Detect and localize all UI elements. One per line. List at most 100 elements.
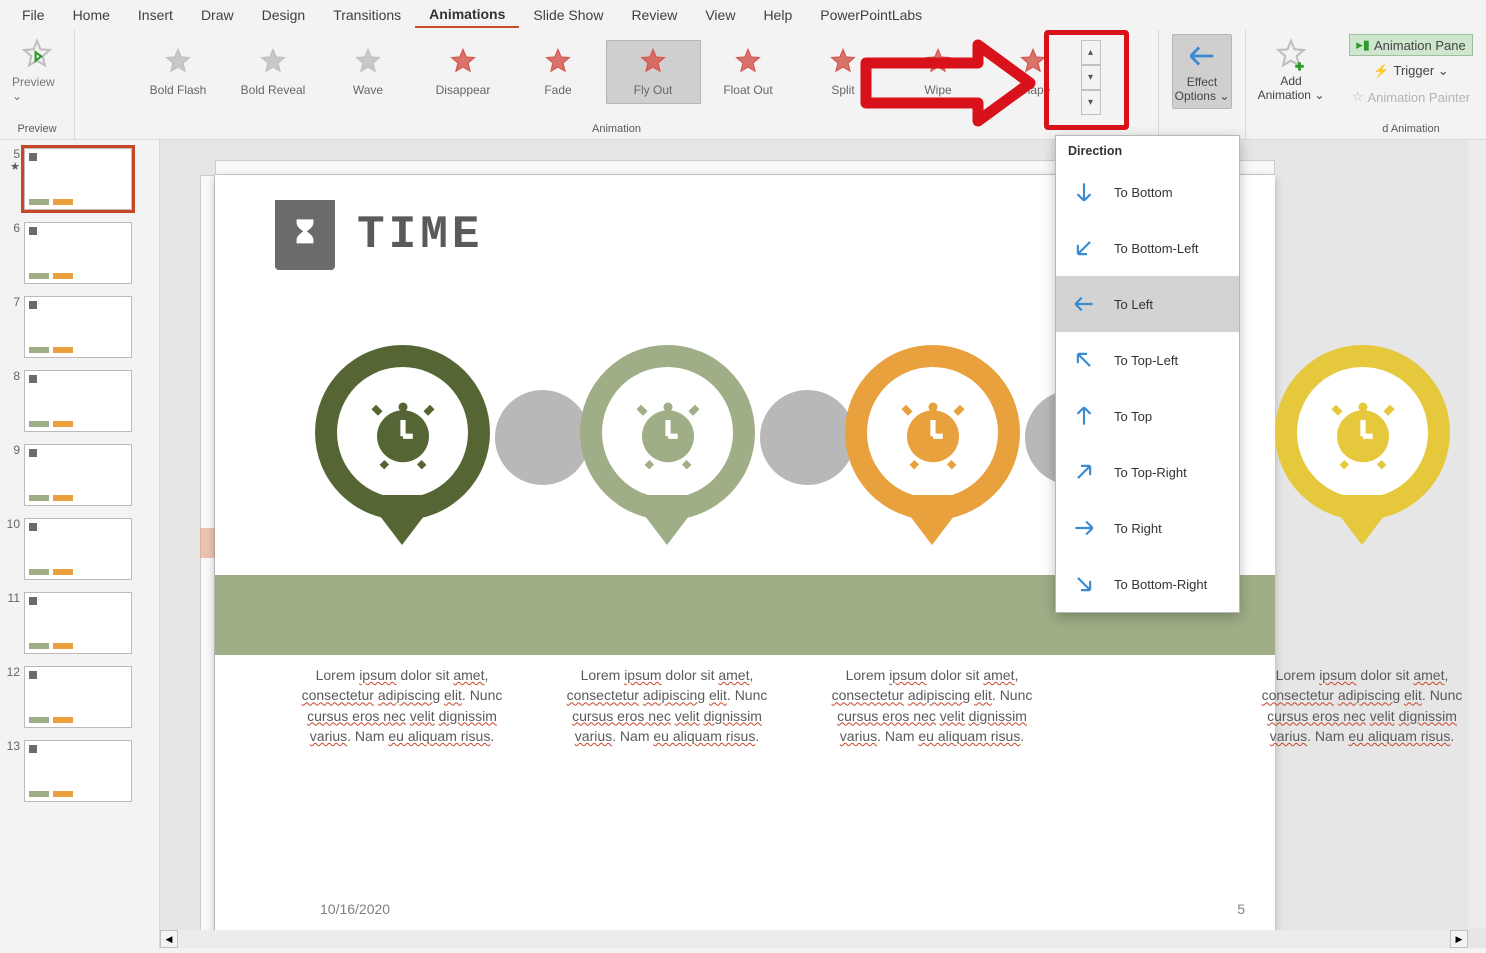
direction-to-top-right[interactable]: To Top-Right [1056,444,1239,500]
animation-star-icon: ★ [6,161,20,173]
pane-icon: ▸▮ [1356,37,1370,53]
add-star-icon [1274,38,1308,72]
thumbnail-slide[interactable] [24,740,132,802]
animation-label: Fade [544,83,571,97]
menu-draw[interactable]: Draw [187,3,248,27]
direction-to-left[interactable]: To Left [1056,276,1239,332]
ruler-vertical [200,175,215,945]
body-text-column[interactable]: Lorem ipsum dolor sit amet, consectetur … [1257,665,1467,746]
animation-bold-reveal[interactable]: Bold Reveal [226,40,321,104]
menu-view[interactable]: View [691,3,749,27]
slide-title-block[interactable]: TIME [275,200,483,270]
thumbnail-slide[interactable] [24,296,132,358]
editor-scrollbar-vertical[interactable] [1468,140,1486,928]
advanced-animation-group: ▸▮ Animation Pane ⚡ Trigger ⌄ ☆ Animatio… [1336,30,1486,139]
animation-label: Disappear [436,83,491,97]
menu-transitions[interactable]: Transitions [319,3,415,27]
thumbnail-slot: 6 [6,222,153,284]
gallery-down-button[interactable]: ▾ [1081,65,1101,90]
menu-home[interactable]: Home [59,3,124,27]
title-badge [275,200,335,270]
body-text-column[interactable]: Lorem ipsum dolor sit amet, consectetur … [297,665,507,746]
ruler-position-indicator [200,528,215,558]
body-text-column[interactable]: Lorem ipsum dolor sit amet, consectetur … [827,665,1037,746]
clock-icon [1324,394,1402,472]
thumbnail-number: 5★ [6,148,20,210]
thumbnail-slide[interactable] [24,148,132,210]
thumbnail-slide[interactable] [24,666,132,728]
timeline-pin[interactable] [845,345,1020,575]
animation-float-out[interactable]: Float Out [701,40,796,104]
body-text-column[interactable]: Lorem ipsum dolor sit amet, consectetur … [562,665,772,746]
animation-gallery: Bold Flash Bold RevealWave Disappear Fade Fl… [131,34,1103,121]
animation-wave[interactable]: Wave [321,40,416,104]
effect-options-button[interactable]: Effect Options ⌄ [1172,34,1233,109]
direction-arrow-icon [1070,234,1098,262]
menu-animations[interactable]: Animations [415,2,519,28]
timeline-pin[interactable] [315,345,490,575]
slide-thumbnail-panel[interactable]: 5★ 6 7 8 9 10 11 [0,140,160,948]
animation-painter-button[interactable]: ☆ Animation Painter [1345,86,1477,108]
animation-group: Bold Flash Bold RevealWave Disappear Fade Fl… [75,30,1159,139]
direction-arrow-icon [1070,178,1098,206]
menu-slideshow[interactable]: Slide Show [519,3,617,27]
direction-to-top-left[interactable]: To Top-Left [1056,332,1239,388]
thumbnail-slide[interactable] [24,444,132,506]
clock-icon [629,394,707,472]
trigger-icon: ⚡ [1373,63,1389,79]
thumbnail-slot: 9 [6,444,153,506]
animation-pane-label: Animation Pane [1374,38,1466,53]
direction-to-right[interactable]: To Right [1056,500,1239,556]
effect-options-dropdown: Direction To Bottom To Bottom-Left To Le… [1055,135,1240,613]
add-animation-button[interactable]: Add Animation ⌄ [1256,34,1327,107]
effect-options-label1: Effect [1187,75,1217,89]
star-icon [638,47,668,77]
menu-help[interactable]: Help [749,3,806,27]
animation-fade[interactable]: Fade [511,40,606,104]
timeline-pin[interactable] [1275,345,1450,575]
add-animation-label1: Add [1280,74,1301,88]
animation-disappear[interactable]: Disappear [416,40,511,104]
preview-button[interactable]: Preview ⌄ [6,34,68,107]
direction-to-bottom[interactable]: To Bottom [1056,164,1239,220]
animation-split[interactable]: Split [796,40,891,104]
timeline-gray-dot [760,390,855,485]
trigger-button[interactable]: ⚡ Trigger ⌄ [1366,60,1455,82]
menu-insert[interactable]: Insert [124,3,187,27]
editor-scrollbar-horizontal[interactable]: ◀ ▶ [160,930,1468,948]
thumbnail-slide[interactable] [24,370,132,432]
gallery-up-button[interactable]: ▴ [1081,40,1101,65]
animation-shape[interactable]: Shape [986,40,1081,104]
timeline-pin[interactable] [580,345,755,575]
ribbon: Preview ⌄ Preview Bold FlashBold RevealW… [0,30,1486,140]
animation-group-label: Animation [592,121,641,137]
thumbnail-slide[interactable] [24,518,132,580]
thumbnail-slot: 11 [6,592,153,654]
star-icon [258,47,288,77]
scroll-right-button[interactable]: ▶ [1450,930,1468,948]
thumbnail-slot: 10 [6,518,153,580]
advanced-animation-group-label: d Animation [1382,121,1439,137]
direction-to-bottom-left[interactable]: To Bottom-Left [1056,220,1239,276]
menu-file[interactable]: File [8,3,59,27]
menu-design[interactable]: Design [248,3,320,27]
dropdown-header: Direction [1056,136,1239,164]
scroll-left-button[interactable]: ◀ [160,930,178,948]
direction-to-bottom-right[interactable]: To Bottom-Right [1056,556,1239,612]
thumbnail-slide[interactable] [24,222,132,284]
animation-bold-flash[interactable]: Bold Flash [131,40,226,104]
thumbnail-number: 12 [6,666,20,728]
animation-fly-out[interactable]: Fly Out [606,40,701,104]
gallery-more-button[interactable]: ▾ [1081,90,1101,115]
direction-label: To Right [1114,521,1162,536]
animation-label: Bold Flash [150,83,207,97]
animation-label: Shape [1016,83,1051,97]
animation-wipe[interactable]: Wipe [891,40,986,104]
add-animation-label2: Animation ⌄ [1258,88,1325,102]
menu-powerpointlabs[interactable]: PowerPointLabs [806,3,936,27]
thumbnail-slide[interactable] [24,592,132,654]
animation-label: Float Out [723,83,772,97]
menu-review[interactable]: Review [617,3,691,27]
animation-pane-button[interactable]: ▸▮ Animation Pane [1349,34,1472,56]
direction-to-top[interactable]: To Top [1056,388,1239,444]
